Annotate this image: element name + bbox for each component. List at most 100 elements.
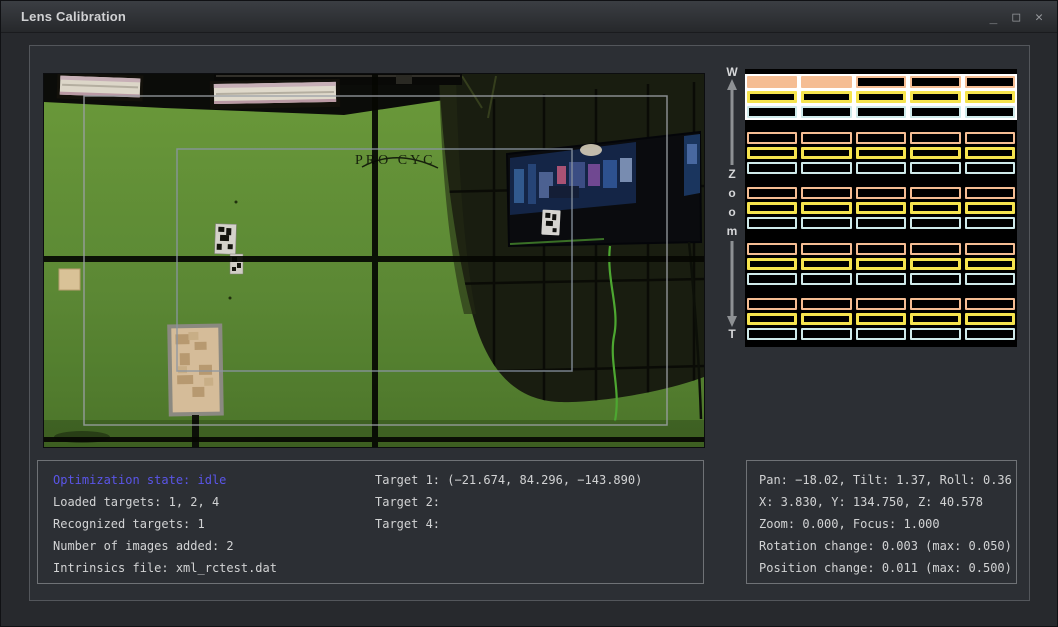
camera-pose-panel: Pan: −18.02, Tilt: 1.37, Roll: 0.36 X: 3…: [746, 460, 1017, 584]
coverage-cell: [965, 298, 1015, 310]
target-2: Target 2:: [375, 491, 642, 513]
coverage-cell: [910, 106, 960, 118]
coverage-cell: [856, 202, 906, 214]
coverage-row-far: [747, 106, 1015, 118]
coverage-cell: [910, 162, 960, 174]
coverage-cell: [856, 313, 906, 325]
tele-label: T: [728, 327, 735, 341]
coverage-cell: [747, 106, 797, 118]
coverage-cell: [965, 162, 1015, 174]
coverage-cell: [856, 76, 906, 88]
coverage-cell: [801, 106, 851, 118]
coverage-cell: [910, 91, 960, 103]
coverage-cell: [910, 243, 960, 255]
coverage-cell: [965, 147, 1015, 159]
coverage-row-mid: [747, 313, 1015, 325]
coverage-row-mid: [747, 147, 1015, 159]
camera-preview[interactable]: PRO CYC: [43, 73, 705, 448]
coverage-group: [745, 185, 1017, 231]
coverage-cell: [910, 217, 960, 229]
coverage-cell: [965, 106, 1015, 118]
coverage-cell: [856, 243, 906, 255]
coverage-cell: [910, 76, 960, 88]
coverage-row-mid: [747, 91, 1015, 103]
coverage-cell: [910, 273, 960, 285]
zoom-axis-letter: o: [728, 203, 735, 222]
coverage-cell: [801, 258, 851, 270]
intrinsics-file: Intrinsics file: xml_rctest.dat: [53, 557, 277, 579]
loaded-targets: Loaded targets: 1, 2, 4: [53, 491, 277, 513]
coverage-cell: [965, 258, 1015, 270]
coverage-group: [745, 130, 1017, 176]
zoom-axis-letter: m: [727, 222, 738, 241]
camera-view-svg: PRO CYC: [44, 74, 704, 447]
close-icon[interactable]: ✕: [1035, 11, 1043, 24]
coverage-cell: [747, 298, 797, 310]
coverage-cell: [965, 91, 1015, 103]
coverage-cell: [965, 313, 1015, 325]
optimization-state: Optimization state: idle: [53, 469, 277, 491]
coverage-cell: [856, 106, 906, 118]
status-column: Optimization state: idle Loaded targets:…: [53, 469, 277, 579]
status-panel: Optimization state: idle Loaded targets:…: [37, 460, 704, 584]
coverage-cell: [856, 147, 906, 159]
wide-label: W: [726, 65, 737, 79]
coverage-cell: [965, 202, 1015, 214]
recognized-targets: Recognized targets: 1: [53, 513, 277, 535]
coverage-cell: [801, 328, 851, 340]
coverage-row-mid: [747, 258, 1015, 270]
coverage-cell: [747, 202, 797, 214]
coverage-row-near: [747, 132, 1015, 144]
maximize-icon[interactable]: □: [1012, 11, 1020, 24]
coverage-cell: [910, 313, 960, 325]
coverage-cell: [801, 132, 851, 144]
coverage-row-far: [747, 328, 1015, 340]
zoom-coverage-grid: [745, 69, 1017, 347]
window-title: Lens Calibration: [21, 9, 126, 24]
zoom-axis-letter: Z: [728, 165, 735, 184]
coverage-cell: [747, 217, 797, 229]
zoom-focus: Zoom: 0.000, Focus: 1.000: [759, 513, 1016, 535]
coverage-cell: [856, 132, 906, 144]
window-controls: _ □ ✕: [990, 1, 1043, 33]
coverage-cell: [747, 273, 797, 285]
pan-tilt-roll: Pan: −18.02, Tilt: 1.37, Roll: 0.36: [759, 469, 1016, 491]
coverage-cell: [856, 162, 906, 174]
coverage-cell: [747, 243, 797, 255]
coverage-cell: [747, 76, 797, 88]
coverage-group: [745, 296, 1017, 342]
images-added: Number of images added: 2: [53, 535, 277, 557]
coverage-cell: [747, 258, 797, 270]
coverage-cell: [965, 132, 1015, 144]
xyz-position: X: 3.830, Y: 134.750, Z: 40.578: [759, 491, 1016, 513]
rotation-change: Rotation change: 0.003 (max: 0.050): [759, 535, 1016, 557]
coverage-cell: [910, 187, 960, 199]
coverage-row-far: [747, 162, 1015, 174]
coverage-cell: [910, 132, 960, 144]
coverage-cell: [965, 217, 1015, 229]
coverage-row-near: [747, 187, 1015, 199]
zoom-axis-rail: W Z o o m T: [723, 65, 741, 349]
coverage-cell: [747, 91, 797, 103]
coverage-row-mid: [747, 202, 1015, 214]
coverage-cell: [856, 258, 906, 270]
minimize-icon[interactable]: _: [990, 11, 998, 24]
coverage-cell: [965, 273, 1015, 285]
coverage-cell: [856, 273, 906, 285]
coverage-cell: [965, 328, 1015, 340]
coverage-cell: [801, 243, 851, 255]
coverage-cell: [801, 76, 851, 88]
coverage-cell: [801, 162, 851, 174]
coverage-cell: [965, 76, 1015, 88]
coverage-cell: [747, 147, 797, 159]
coverage-cell: [910, 258, 960, 270]
coverage-group: [745, 74, 1017, 120]
coverage-row-near: [747, 298, 1015, 310]
position-change: Position change: 0.011 (max: 0.500): [759, 557, 1016, 579]
titlebar[interactable]: Lens Calibration _ □ ✕: [1, 1, 1057, 33]
coverage-cell: [910, 202, 960, 214]
target-4: Target 4:: [375, 513, 642, 535]
coverage-row-near: [747, 243, 1015, 255]
coverage-cell: [747, 187, 797, 199]
coverage-cell: [801, 313, 851, 325]
